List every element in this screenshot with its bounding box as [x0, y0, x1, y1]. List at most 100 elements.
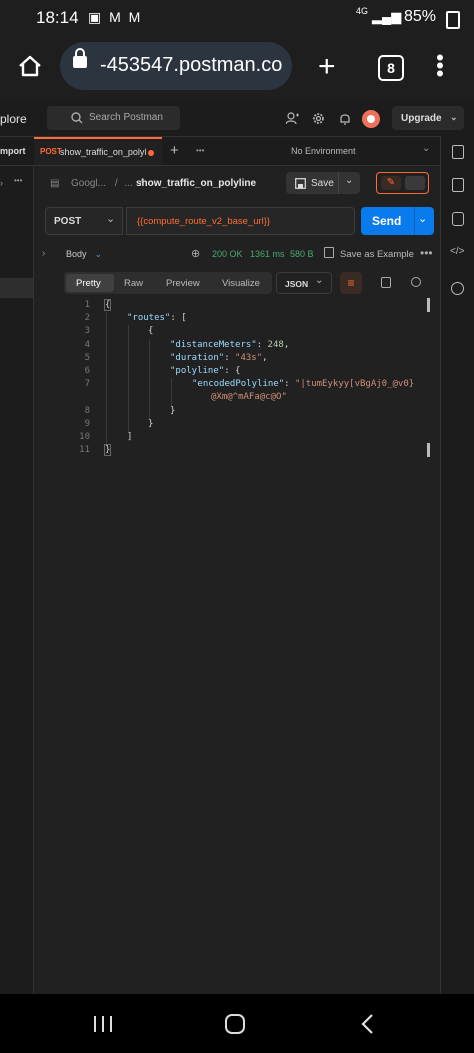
recent-apps-icon[interactable]	[92, 1014, 114, 1034]
new-tab-icon[interactable]: +	[318, 50, 336, 84]
url-text: -453547.postman.co	[100, 54, 283, 76]
home-icon[interactable]	[18, 55, 42, 77]
network-globe-icon[interactable]: ⊕	[191, 247, 200, 260]
sidebar-collapse-icon[interactable]: ›	[0, 178, 3, 188]
code-line: }	[170, 406, 176, 416]
response-size[interactable]: 580 B	[290, 249, 314, 259]
search-response-icon[interactable]	[411, 277, 421, 287]
send-label: Send	[372, 214, 402, 228]
tab-switcher-button[interactable]: 8	[378, 55, 404, 81]
info-icon[interactable]	[451, 282, 464, 295]
import-button[interactable]: mport	[0, 146, 26, 156]
explore-link[interactable]: plore	[0, 112, 27, 126]
save-as-example-button[interactable]: Save as Example	[340, 249, 414, 260]
upgrade-button[interactable]: Upgrade ⌄	[392, 106, 464, 130]
edit-toggle-group: ✎	[376, 172, 429, 194]
breadcrumb-collection[interactable]: Googl... / ... /	[71, 178, 142, 189]
environment-selector[interactable]: No Environment	[291, 146, 356, 156]
line-number: 7	[84, 379, 90, 389]
save-example-icon	[324, 247, 334, 258]
response-view-tabs: Pretty Raw Preview Visualize	[64, 272, 272, 294]
sidebar: › •••	[0, 166, 34, 994]
code-line: }	[103, 444, 112, 456]
environment-chevron-icon[interactable]: ⌄	[422, 143, 430, 154]
scrollbar-thumb[interactable]	[427, 298, 430, 312]
search-icon	[71, 112, 83, 124]
back-icon[interactable]	[360, 1013, 376, 1035]
save-chevron-icon[interactable]: ⌄	[345, 175, 353, 186]
search-input[interactable]: Search Postman	[47, 106, 180, 130]
battery-level: 85%	[403, 8, 436, 25]
http-request-icon: ▤	[50, 178, 60, 189]
pencil-icon[interactable]: ✎	[381, 176, 401, 190]
send-chevron-icon[interactable]: ⌄	[418, 212, 427, 225]
new-tab-button[interactable]: +	[170, 142, 179, 159]
save-button[interactable]: Save ⌄	[286, 172, 360, 194]
upgrade-label: Upgrade	[401, 113, 442, 124]
save-label: Save	[311, 178, 334, 189]
browser-toolbar: -453547.postman.co + 8 • • •	[0, 36, 474, 100]
response-section-select[interactable]: Body ⌄	[66, 249, 102, 260]
avatar[interactable]	[362, 110, 380, 128]
network-type: 4G	[356, 6, 369, 16]
documentation-icon[interactable]	[452, 178, 464, 192]
chevron-down-icon: ⌄	[315, 275, 324, 286]
wrap-lines-icon[interactable]: ≡	[340, 272, 362, 294]
code-snippet-icon[interactable]: </>	[450, 246, 464, 257]
scrollbar-thumb[interactable]	[427, 443, 430, 457]
line-number: 11	[79, 445, 90, 455]
tab-preview[interactable]: Preview	[166, 278, 200, 289]
line-number: 8	[84, 406, 90, 416]
line-number: 6	[84, 366, 90, 376]
code-line: ]	[127, 432, 133, 442]
send-button[interactable]: Send ⌄	[361, 207, 434, 235]
settings-icon[interactable]	[312, 112, 325, 125]
tab-pretty[interactable]: Pretty	[76, 278, 101, 289]
line-number: 1	[84, 300, 90, 310]
request-name[interactable]: show_traffic_on_polyline	[136, 178, 256, 189]
save-icon	[295, 178, 306, 189]
battery-icon	[446, 11, 460, 29]
tabs-more-icon[interactable]: •••	[196, 146, 204, 155]
line-number: 3	[84, 326, 90, 336]
browser-menu-icon[interactable]: • • •	[436, 47, 444, 85]
address-bar[interactable]: -453547.postman.co	[60, 42, 292, 90]
response-more-icon[interactable]: •••	[420, 246, 433, 260]
copy-icon[interactable]	[381, 277, 391, 288]
invite-user-icon[interactable]	[286, 112, 299, 125]
tab-name: show_traffic_on_polyl	[60, 147, 147, 157]
home-button-icon[interactable]	[224, 1013, 248, 1035]
tab-raw[interactable]: Raw	[124, 278, 143, 289]
request-url-value: {{compute_route_v2_base_url}}	[137, 216, 271, 227]
status-bar: 18:14 ▣ M M 4G ▂▄▆ 85%	[0, 0, 474, 36]
request-url-input[interactable]: {{compute_route_v2_base_url}}	[126, 207, 355, 235]
response-body[interactable]: 1 { 2 "routes": [ 3 { 4 "distanceMeters"…	[58, 298, 430, 458]
right-rail: </>	[440, 136, 474, 994]
code-line: "polyline": {	[170, 366, 241, 376]
code-line: {	[148, 326, 154, 336]
status-code[interactable]: 200 OK	[212, 249, 243, 259]
comments-icon[interactable]	[452, 212, 464, 226]
bell-icon[interactable]	[339, 112, 351, 125]
request-tabs-bar: mport POST show_traffic_on_polyl + ••• N…	[0, 137, 474, 166]
method-select[interactable]: POST ⌄	[45, 207, 123, 235]
response-time[interactable]: 1361 ms	[250, 249, 285, 259]
environment-quicklook-icon[interactable]	[452, 145, 464, 159]
unsaved-dot-icon	[148, 150, 154, 156]
postman-header: plore Search Postman Upgrade ⌄	[0, 100, 474, 137]
tab-show-traffic[interactable]: POST show_traffic_on_polyl	[34, 137, 162, 165]
line-number: 4	[84, 340, 90, 350]
sidebar-selected-item[interactable]	[0, 278, 33, 298]
response-collapse-icon[interactable]: ›	[42, 248, 45, 259]
code-line: "duration": "43s",	[170, 353, 268, 363]
line-number: 10	[79, 432, 90, 442]
line-number: 9	[84, 419, 90, 429]
tab-method: POST	[40, 147, 62, 156]
format-select[interactable]: JSON ⌄	[276, 272, 332, 294]
tab-visualize[interactable]: Visualize	[222, 278, 260, 289]
sidebar-more-icon[interactable]: •••	[14, 176, 22, 185]
chevron-down-icon: ⌄	[106, 213, 116, 225]
comment-icon[interactable]	[405, 176, 425, 190]
code-line: "routes": [	[127, 313, 187, 323]
lock-icon	[73, 48, 87, 68]
